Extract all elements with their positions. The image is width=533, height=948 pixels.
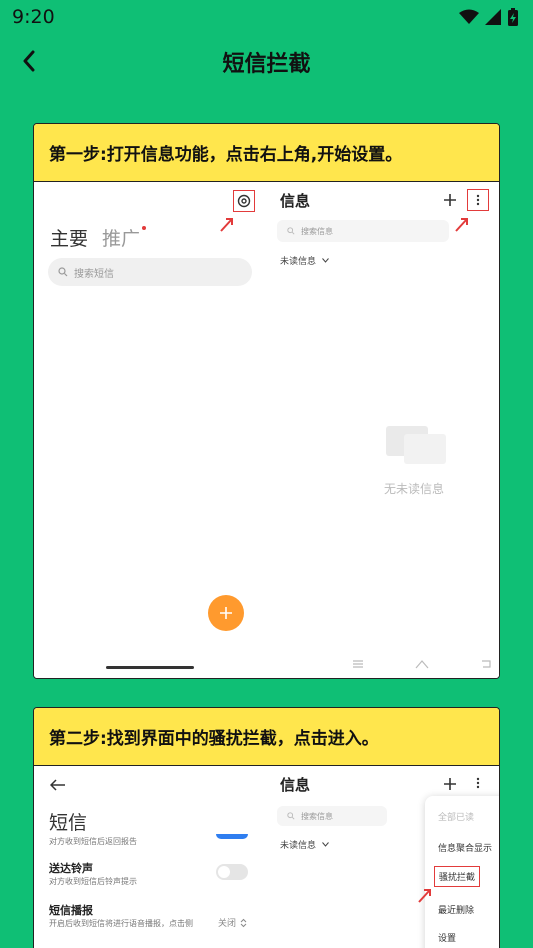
broadcast-select[interactable]: 关闭 [218, 916, 247, 929]
tab-promo[interactable]: 推广 [102, 224, 147, 251]
chevron-updown-icon [240, 918, 247, 927]
setting-title-broadcast: 短信播报 [49, 904, 93, 917]
pointer-arrow-icon [220, 218, 233, 232]
chevron-down-icon [322, 842, 329, 847]
page-title: 短信拦截 [222, 52, 311, 77]
search-input[interactable]: 搜索信息 [277, 806, 387, 826]
empty-state-text: 无未读信息 [384, 482, 445, 496]
search-placeholder: 搜索信息 [301, 811, 333, 821]
add-icon[interactable] [443, 193, 457, 207]
menu-item-recently-deleted[interactable]: 最近删除 [438, 903, 474, 916]
filter-dropdown[interactable]: 未读信息 [280, 254, 329, 267]
step-card-2: 第二步:找到界面中的骚扰拦截，点击进入。 短信 对方收到短信后返回报告 送达铃声… [33, 707, 500, 948]
menu-item-settings[interactable]: 设置 [438, 931, 456, 944]
chevron-down-icon [322, 258, 329, 263]
empty-state-icon [386, 426, 446, 464]
screen-title: 信息 [280, 776, 311, 794]
filter-label: 未读信息 [280, 257, 317, 267]
setting-desc-ringtone: 对方收到短信后铃声提示 [49, 877, 137, 886]
arrow-left-icon[interactable] [50, 779, 66, 791]
settings-heading: 短信 [49, 812, 88, 834]
wifi-icon [459, 9, 479, 24]
menu-item-aggregate[interactable]: 信息聚合显示 [438, 841, 492, 854]
pointer-arrow-icon [455, 218, 468, 232]
back-icon[interactable] [480, 659, 492, 669]
filter-label: 未读信息 [280, 841, 317, 851]
menu-item-harassment-block[interactable]: 骚扰拦截 [434, 866, 481, 887]
setting-desc-broadcast: 开启后收到短信将进行语音播报，点击侧 [49, 919, 193, 928]
pointer-arrow-icon [418, 889, 431, 903]
home-indicator [106, 666, 194, 669]
settings-icon[interactable] [233, 190, 255, 212]
add-icon[interactable] [443, 777, 457, 791]
search-input[interactable]: 搜索短信 [48, 258, 252, 286]
menu-icon[interactable] [352, 659, 364, 669]
ringtone-toggle[interactable] [216, 864, 248, 880]
plus-icon [220, 607, 232, 619]
new-message-button[interactable] [208, 595, 244, 631]
search-input[interactable]: 搜索信息 [277, 220, 449, 242]
toggle-on[interactable] [216, 834, 248, 839]
more-vertical-icon[interactable] [476, 777, 480, 789]
setting-title-ringtone: 送达铃声 [49, 862, 93, 875]
search-icon [287, 227, 295, 235]
more-menu-button[interactable] [467, 189, 489, 211]
toggle-knob [218, 866, 230, 878]
tab-primary[interactable]: 主要 [50, 224, 88, 251]
screen-title: 信息 [280, 192, 311, 210]
status-bar: 9:20 [0, 0, 533, 36]
messages-list-screen: 信息 搜索信息 未读信息 无未读信息 [267, 182, 499, 678]
step-card-1: 第一步:打开信息功能，点击右上角,开始设置。 主要 推广 搜索短信 信息 搜索信… [33, 123, 500, 679]
home-icon[interactable] [415, 659, 429, 669]
search-icon [58, 267, 68, 277]
app-bar: 短信拦截 [0, 36, 533, 84]
menu-item-mark-all-read[interactable]: 全部已读 [438, 810, 474, 823]
status-icons [459, 8, 519, 26]
messages-menu-screen: 信息 搜索信息 未读信息 全部已读 信息聚合显示 骚扰拦截 最近删除 设置 [267, 766, 499, 948]
search-placeholder: 搜索信息 [301, 226, 333, 236]
more-vertical-icon [476, 194, 480, 206]
status-time: 9:20 [12, 6, 55, 28]
battery-icon [508, 8, 518, 26]
step-image-2: 短信 对方收到短信后返回报告 送达铃声 对方收到短信后铃声提示 短信播报 开启后… [34, 766, 499, 948]
step-title-2: 第二步:找到界面中的骚扰拦截，点击进入。 [34, 708, 499, 766]
step-title-1: 第一步:打开信息功能，点击右上角,开始设置。 [34, 124, 499, 182]
nav-bar [352, 659, 492, 669]
sms-settings-screen: 短信 对方收到短信后返回报告 送达铃声 对方收到短信后铃声提示 短信播报 开启后… [34, 766, 267, 948]
search-placeholder: 搜索短信 [74, 268, 114, 280]
step-image-1: 主要 推广 搜索短信 信息 搜索信息 未读信息 无未读信息 [34, 182, 499, 678]
signal-icon [485, 9, 501, 25]
messages-home-screen: 主要 推广 搜索短信 [34, 182, 267, 678]
unread-dot [142, 226, 147, 230]
search-icon [287, 812, 295, 820]
broadcast-value: 关闭 [218, 919, 237, 929]
tab-promo-label: 推广 [102, 228, 141, 250]
filter-dropdown[interactable]: 未读信息 [280, 838, 329, 851]
overflow-menu: 全部已读 信息聚合显示 骚扰拦截 最近删除 设置 [425, 796, 499, 948]
partial-desc: 对方收到短信后返回报告 [49, 837, 137, 846]
